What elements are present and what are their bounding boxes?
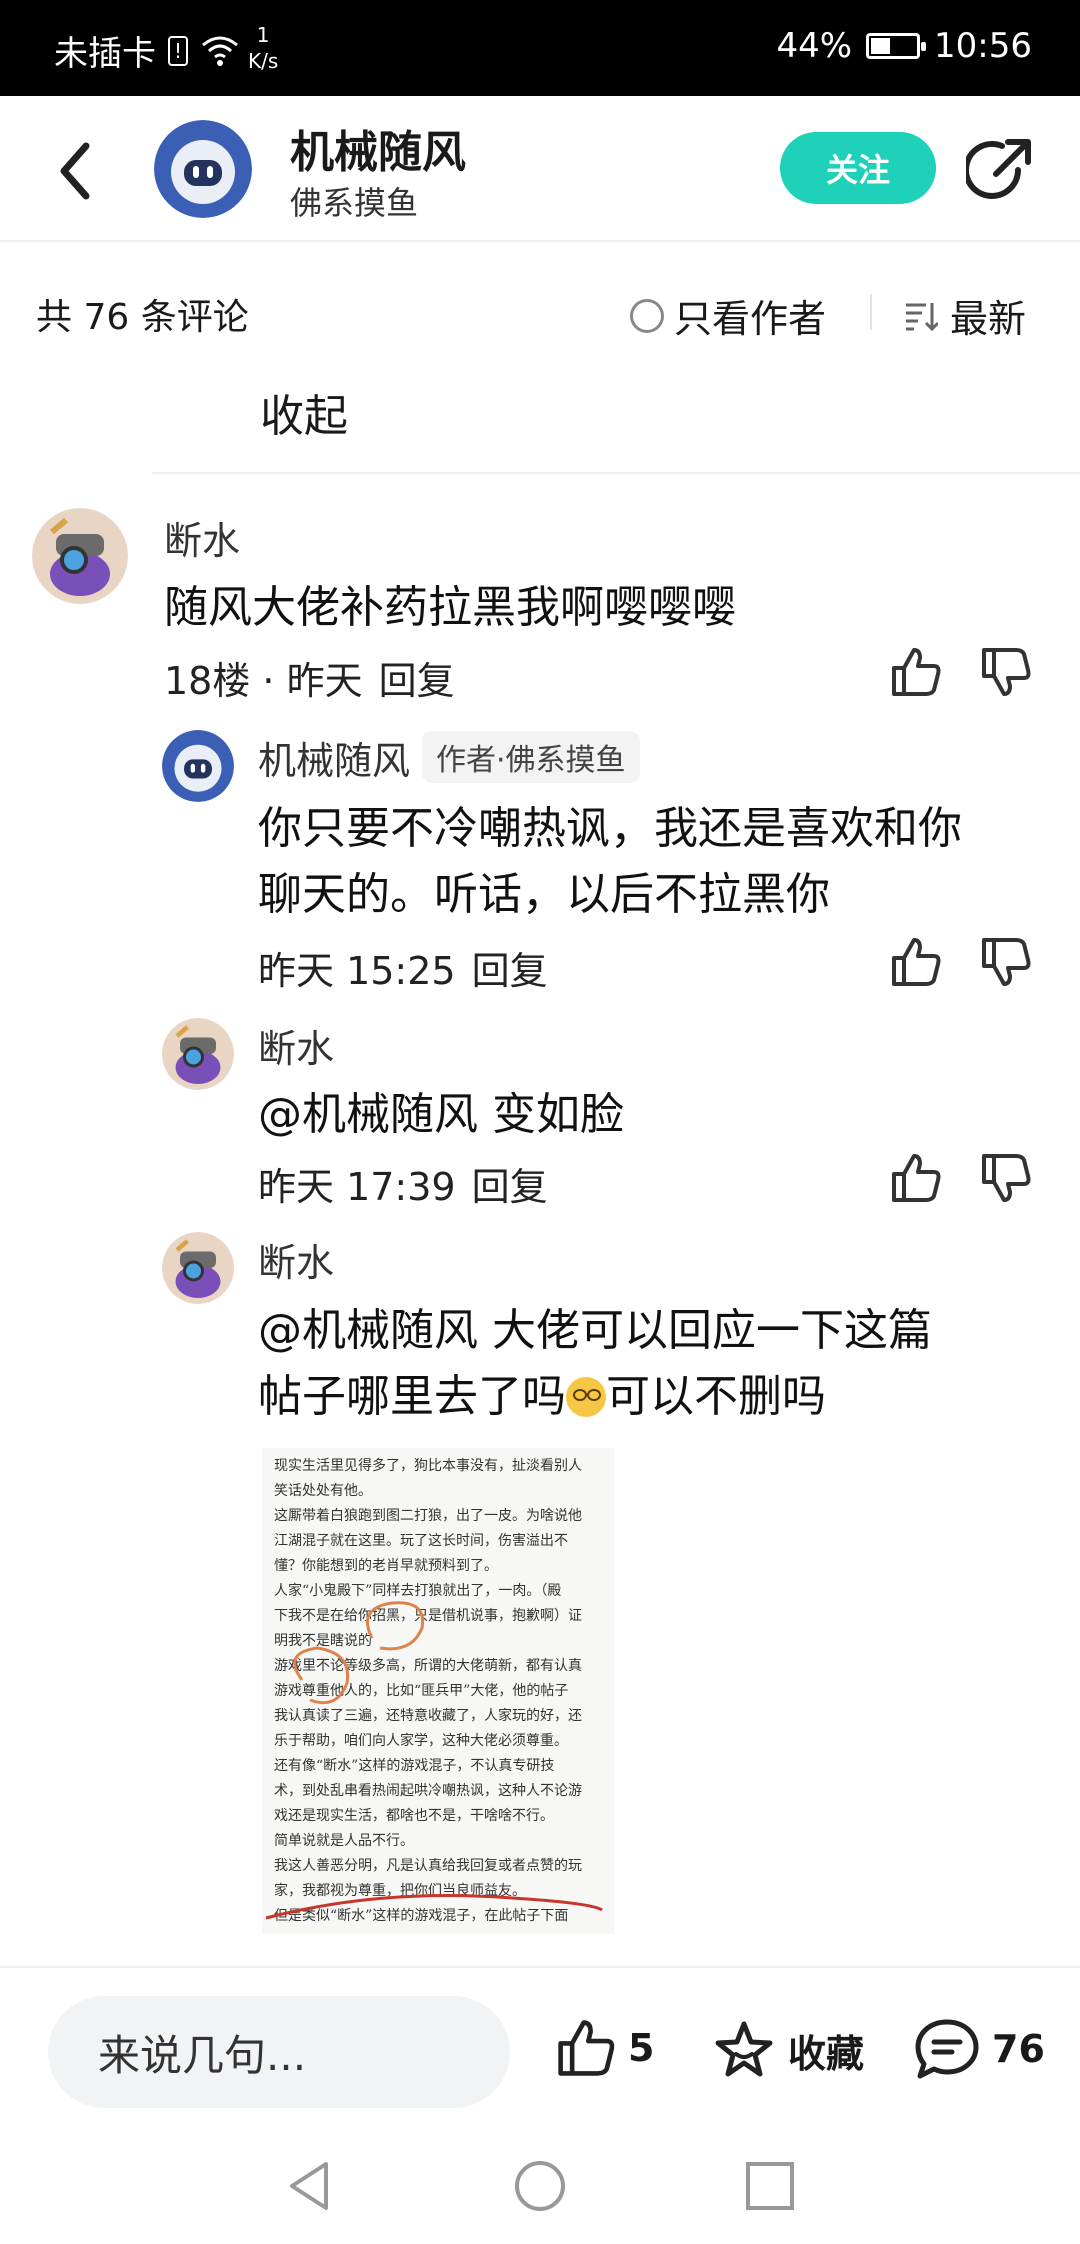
reply-text[interactable]: @机械随风 大佬可以回应一下这篇 帖子哪里去了吗 可以不删吗 — [258, 1298, 932, 1430]
user-avatar[interactable] — [162, 730, 234, 802]
favorite-label: 收藏 — [788, 2031, 865, 2076]
battery-percent: 44% — [776, 26, 853, 66]
divider — [152, 472, 1080, 474]
like-post-button[interactable]: 5 — [556, 2018, 654, 2078]
author-avatar[interactable] — [154, 120, 252, 218]
reply-text[interactable]: 你只要不冷嘲热讽，我还是喜欢和你 聊天的。听话，以后不拉黑你 — [258, 796, 962, 928]
status-bar: 未插卡 ! 1 K/s 44% 10:56 — [0, 0, 1080, 96]
nav-back-icon[interactable] — [282, 2158, 338, 2214]
network-speed: 1 K/s — [248, 23, 279, 73]
like-count: 5 — [628, 2026, 655, 2070]
system-nav-bar — [0, 2116, 1080, 2244]
author-title: 佛系摸鱼 — [290, 184, 419, 222]
like-icon[interactable] — [890, 646, 942, 698]
reply-meta: 昨天 15:25 回复 — [258, 940, 548, 995]
reply-button[interactable]: 回复 — [472, 1165, 548, 1209]
comments-button[interactable]: 76 — [914, 2018, 1045, 2080]
floor-time: 18楼 · 昨天 — [164, 659, 363, 703]
author-only-label: 只看作者 — [674, 297, 827, 341]
comment-meta: 18楼 · 昨天 回复 — [164, 650, 455, 705]
comment-filter-bar: 共 76 条评论 只看作者 最新 — [0, 244, 1080, 384]
author-name[interactable]: 机械随风 — [290, 116, 466, 180]
sort-button[interactable]: 最新 — [904, 288, 1026, 343]
reply-username-label[interactable]: 机械随风 — [258, 739, 410, 783]
comment-count: 共 76 条评论 — [36, 297, 249, 338]
bottom-action-bar: 来说几句... 5 收藏 76 — [0, 1966, 1080, 2116]
reply-username: 机械随风 作者·佛系摸鱼 — [258, 730, 640, 785]
user-avatar[interactable] — [162, 1018, 234, 1090]
user-avatar[interactable] — [32, 508, 128, 604]
user-avatar[interactable] — [162, 1232, 234, 1304]
reply-meta: 昨天 17:39 回复 — [258, 1156, 548, 1211]
like-icon[interactable] — [890, 936, 942, 988]
dislike-icon[interactable] — [980, 646, 1032, 698]
reply-time: 昨天 15:25 — [258, 949, 456, 993]
wifi-icon — [202, 36, 238, 66]
reply-username[interactable]: 断水 — [258, 1018, 334, 1073]
reply-username[interactable]: 断水 — [258, 1232, 334, 1287]
sort-icon — [906, 302, 938, 331]
comment-total: 76 — [992, 2027, 1045, 2071]
nav-recents-icon[interactable] — [742, 2158, 798, 2214]
post-header: 机械随风 佛系摸鱼 关注 — [0, 96, 1080, 242]
divider — [870, 294, 872, 330]
like-icon[interactable] — [890, 1152, 942, 1204]
comment-username[interactable]: 断水 — [164, 510, 240, 565]
author-badge: 作者·佛系摸鱼 — [422, 731, 640, 783]
dislike-icon[interactable] — [980, 1152, 1032, 1204]
smiling-face-emoji-icon — [566, 1377, 606, 1417]
star-icon — [715, 2021, 773, 2077]
author-only-toggle[interactable]: 只看作者 — [630, 288, 826, 343]
follow-button[interactable]: 关注 — [780, 132, 936, 204]
comment-text[interactable]: 随风大佬补药拉黑我啊嘤嘤嘤 — [164, 575, 736, 641]
share-icon[interactable] — [966, 136, 1036, 206]
like-icon — [558, 2020, 615, 2076]
favorite-button[interactable]: 收藏 — [712, 2018, 864, 2082]
clock: 10:56 — [934, 26, 1032, 66]
back-icon[interactable] — [50, 136, 110, 206]
reply-button[interactable]: 回复 — [379, 659, 455, 703]
reply-time: 昨天 17:39 — [258, 1165, 456, 1209]
collapse-button[interactable]: 收起 — [260, 380, 348, 444]
comment-bubble-icon — [915, 2019, 979, 2079]
comment-input[interactable]: 来说几句... — [48, 1996, 510, 2108]
battery-icon — [866, 33, 927, 59]
attached-scan-image[interactable]: 现实生活里见得多了，狗比本事没有，扯淡看别人 笑话处处有他。 这厮带着白狼跑到图二打… — [262, 1448, 614, 1934]
reply-button[interactable]: 回复 — [472, 949, 548, 993]
dislike-icon[interactable] — [980, 936, 1032, 988]
radio-icon[interactable] — [630, 298, 664, 333]
sort-label: 最新 — [950, 297, 1027, 341]
pen-annotations — [265, 1601, 603, 1920]
sim-alert-icon: ! — [168, 35, 188, 66]
reply-text[interactable]: @机械随风 变如脸 — [258, 1082, 624, 1148]
nav-home-icon[interactable] — [512, 2158, 568, 2214]
carrier-label: 未插卡 — [54, 34, 156, 74]
